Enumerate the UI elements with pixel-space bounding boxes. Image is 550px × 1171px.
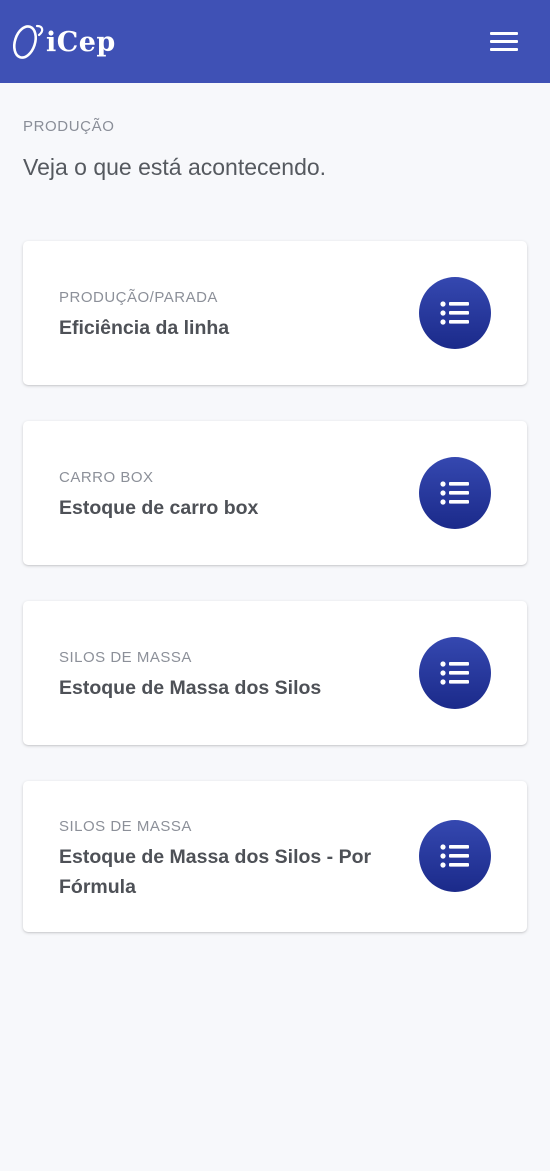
card-title: Estoque de Massa dos Silos bbox=[59, 677, 322, 699]
card-list-button[interactable] bbox=[419, 277, 491, 349]
card-text: SILOS DE MASSA Estoque de Massa dos Silo… bbox=[59, 649, 387, 703]
app-logo[interactable]: iCep bbox=[10, 20, 116, 64]
card-silos-por-formula[interactable]: SILOS DE MASSA Estoque de Massa dos Silo… bbox=[23, 781, 527, 932]
menu-button[interactable] bbox=[488, 26, 520, 56]
card-kicker: CARRO BOX bbox=[59, 469, 154, 486]
card-text: CARRO BOX Estoque de carro box bbox=[59, 469, 387, 523]
card-text: PRODUÇÃO/PARADA Eficiência da linha bbox=[59, 289, 387, 343]
card-list-button[interactable] bbox=[419, 637, 491, 709]
list-icon bbox=[440, 844, 469, 868]
logo-mark-icon bbox=[12, 24, 44, 59]
card-title: Estoque de Massa dos Silos - Por Fórmula bbox=[59, 846, 372, 898]
card-producao-parada[interactable]: PRODUÇÃO/PARADA Eficiência da linha bbox=[23, 241, 527, 385]
list-icon bbox=[440, 481, 469, 505]
brand-name: iCep bbox=[46, 26, 116, 58]
page-title: Veja o que está acontecendo. bbox=[23, 154, 327, 180]
card-kicker: PRODUÇÃO/PARADA bbox=[59, 289, 218, 306]
card-title: Eficiência da linha bbox=[59, 317, 230, 339]
card-carro-box[interactable]: CARRO BOX Estoque de carro box bbox=[23, 421, 527, 565]
card-text: SILOS DE MASSA Estoque de Massa dos Silo… bbox=[59, 818, 387, 902]
hamburger-menu-icon bbox=[490, 32, 518, 51]
list-icon bbox=[440, 301, 469, 325]
app-header: iCep bbox=[0, 0, 550, 83]
card-kicker: SILOS DE MASSA bbox=[59, 649, 192, 666]
card-list-button[interactable] bbox=[419, 457, 491, 529]
card-kicker: SILOS DE MASSA bbox=[59, 818, 192, 835]
section-kicker: PRODUÇÃO bbox=[23, 118, 115, 135]
card-list-button[interactable] bbox=[419, 820, 491, 892]
card-title: Estoque de carro box bbox=[59, 497, 259, 519]
list-icon bbox=[440, 661, 469, 685]
card-silos-de-massa[interactable]: SILOS DE MASSA Estoque de Massa dos Silo… bbox=[23, 601, 527, 745]
